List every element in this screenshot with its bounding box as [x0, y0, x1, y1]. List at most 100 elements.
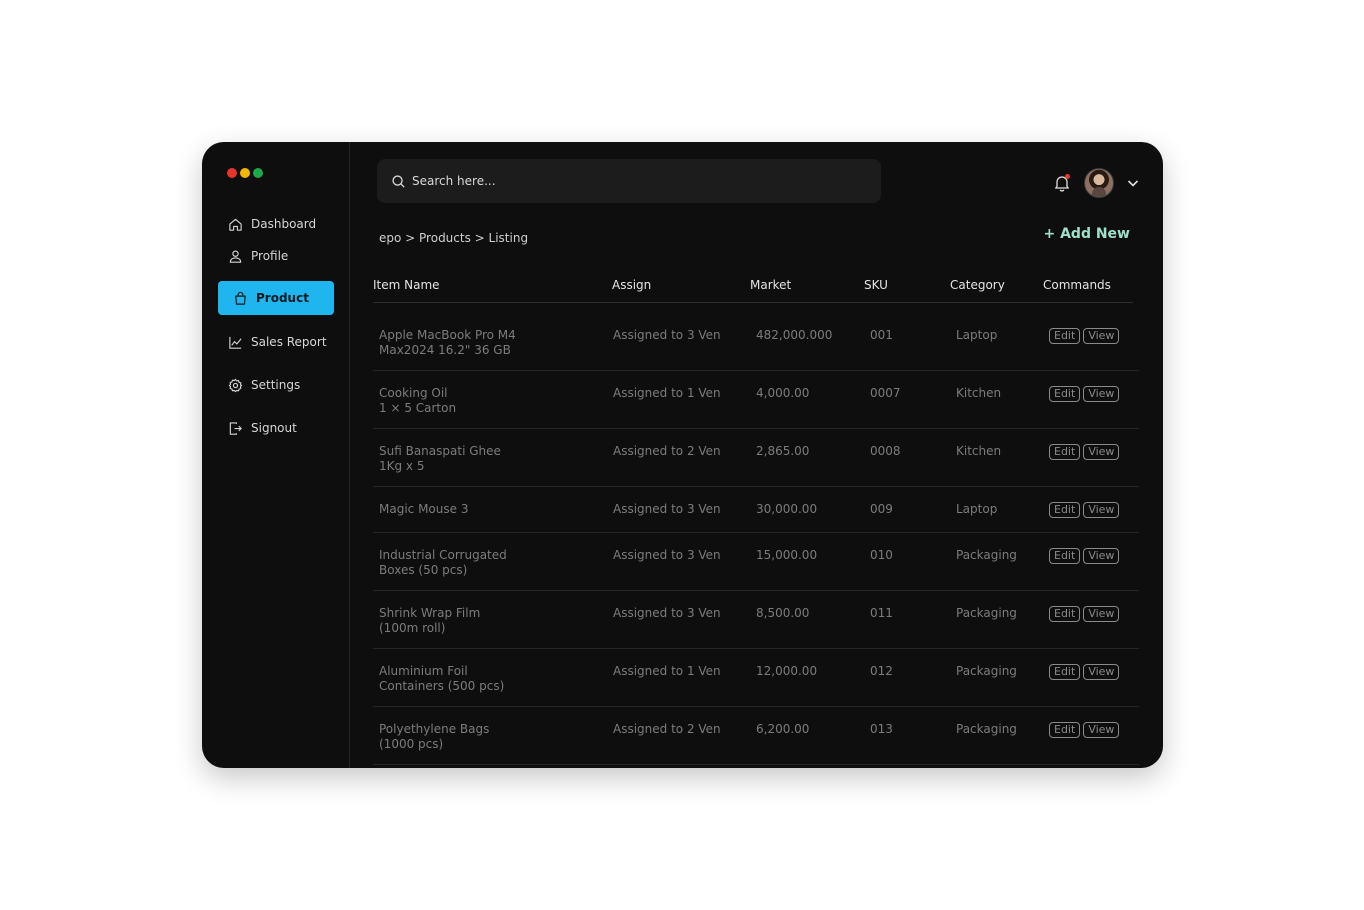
item-name: Industrial Corrugated Boxes (50 pcs): [379, 548, 507, 578]
table-row[interactable]: Cooking Oil 1 × 5 Carton Assigned to 1 Ve…: [373, 370, 1139, 429]
commands-cell: Edit View: [1049, 664, 1122, 680]
minimize-window-dot[interactable]: [240, 168, 250, 178]
table-row[interactable]: Sufi Banaspati Ghee 1Kg x 5 Assigned to 2…: [373, 428, 1139, 487]
commands-cell: Edit View: [1049, 502, 1122, 518]
search-placeholder: Search here...: [412, 174, 496, 188]
item-name: Apple MacBook Pro M4 Max2024 16.2" 36 GB: [379, 328, 516, 358]
market-cell: 4,000.00: [756, 386, 810, 400]
view-button[interactable]: View: [1083, 444, 1120, 460]
item-name-line1: Aluminium Foil: [379, 664, 468, 678]
market-cell: 30,000.00: [756, 502, 818, 516]
notifications-button[interactable]: [1052, 173, 1072, 193]
item-name-line1: Magic Mouse 3: [379, 502, 469, 516]
sku-cell: 010: [870, 548, 893, 562]
market-cell: 15,000.00: [756, 548, 818, 562]
bag-icon: [235, 291, 246, 305]
column-header-commands: Commands: [1043, 278, 1111, 292]
commands-cell: Edit View: [1049, 548, 1122, 564]
view-button[interactable]: View: [1083, 606, 1120, 622]
home-icon: [229, 218, 242, 231]
sidebar-item-dashboard[interactable]: Dashboard: [218, 207, 334, 241]
table-row[interactable]: Aluminium Foil Containers (500 pcs) Assig…: [373, 648, 1139, 707]
view-button[interactable]: View: [1083, 722, 1120, 738]
edit-button[interactable]: Edit: [1049, 502, 1081, 518]
item-name-line1: Shrink Wrap Film: [379, 606, 481, 620]
item-name-line2: Max2024 16.2" 36 GB: [379, 343, 511, 357]
edit-button[interactable]: Edit: [1049, 386, 1081, 402]
edit-button[interactable]: Edit: [1049, 722, 1081, 738]
item-name-line1: Industrial Corrugated: [379, 548, 507, 562]
column-header-assign[interactable]: Assign: [612, 278, 651, 292]
view-button[interactable]: View: [1083, 386, 1120, 402]
edit-button[interactable]: Edit: [1049, 444, 1081, 460]
add-new-button[interactable]: + Add New: [1043, 226, 1130, 242]
avatar[interactable]: [1084, 168, 1114, 198]
edit-button[interactable]: Edit: [1049, 328, 1081, 344]
sku-cell: 001: [870, 328, 893, 342]
item-name: Cooking Oil 1 × 5 Carton: [379, 386, 456, 416]
view-button[interactable]: View: [1083, 548, 1120, 564]
sidebar-item-settings[interactable]: Settings: [218, 368, 334, 402]
sku-cell: 012: [870, 664, 893, 678]
maximize-window-dot[interactable]: [253, 168, 263, 178]
category-cell: Packaging: [956, 548, 1017, 562]
table-row[interactable]: Polyethylene Bags (1000 pcs) Assigned to …: [373, 706, 1139, 765]
item-name-line2: 1 × 5 Carton: [379, 401, 457, 415]
item-name-line1: Sufi Banaspati Ghee: [379, 444, 501, 458]
assign-cell: Assigned to 2 Ven: [613, 444, 721, 458]
view-button[interactable]: View: [1083, 502, 1120, 518]
close-window-dot[interactable]: [227, 168, 237, 178]
assign-cell: Assigned to 1 Ven: [613, 386, 721, 400]
sidebar-item-label: Settings: [251, 378, 301, 392]
view-button[interactable]: View: [1083, 664, 1120, 680]
assign-cell: Assigned to 3 Ven: [613, 502, 721, 516]
sidebar-item-product[interactable]: Product: [218, 281, 334, 315]
edit-button[interactable]: Edit: [1049, 548, 1081, 564]
chevron-down-icon[interactable]: [1126, 176, 1140, 190]
sidebar-item-profile[interactable]: Profile: [218, 239, 334, 273]
view-button[interactable]: View: [1083, 328, 1120, 344]
sku-cell: 0007: [870, 386, 901, 400]
sidebar-item-label: Signout: [251, 421, 297, 435]
sidebar-item-signout[interactable]: Signout: [218, 411, 334, 445]
item-name: Polyethylene Bags (1000 pcs): [379, 722, 489, 752]
search-input[interactable]: Search here...: [377, 159, 881, 203]
assign-cell: Assigned to 3 Ven: [613, 606, 721, 620]
sidebar-item-label: Sales Report: [251, 335, 327, 349]
item-name-line2: Boxes (50 pcs): [379, 563, 468, 577]
user-controls: [1052, 168, 1140, 198]
main-content: Search here... epo > Products > Listing …: [350, 142, 1163, 768]
sidebar-item-label: Product: [256, 291, 309, 305]
sku-cell: 013: [870, 722, 893, 736]
commands-cell: Edit View: [1049, 386, 1122, 402]
edit-button[interactable]: Edit: [1049, 664, 1081, 680]
edit-button[interactable]: Edit: [1049, 606, 1081, 622]
item-name: Sufi Banaspati Ghee 1Kg x 5: [379, 444, 501, 474]
market-cell: 6,200.00: [756, 722, 810, 736]
commands-cell: Edit View: [1049, 328, 1122, 344]
column-header-market[interactable]: Market: [750, 278, 791, 292]
category-cell: Packaging: [956, 722, 1017, 736]
notification-badge: [1065, 174, 1070, 179]
sidebar-item-label: Dashboard: [251, 217, 317, 231]
table-header: Item Name Assign Market SKU Category Com…: [373, 269, 1133, 303]
signout-icon: [229, 421, 242, 435]
table-row[interactable]: Apple MacBook Pro M4 Max2024 16.2" 36 GB …: [373, 312, 1139, 371]
item-name-line1: Polyethylene Bags: [379, 722, 490, 736]
market-cell: 12,000.00: [756, 664, 818, 678]
category-cell: Packaging: [956, 606, 1017, 620]
market-cell: 482,000.000: [756, 328, 833, 342]
sku-cell: 009: [870, 502, 893, 516]
column-header-category[interactable]: Category: [950, 278, 1005, 292]
column-header-item-name[interactable]: Item Name: [373, 278, 440, 292]
gear-icon: [228, 378, 243, 392]
market-cell: 8,500.00: [756, 606, 810, 620]
table-row[interactable]: Shrink Wrap Film (100m roll) Assigned to …: [373, 590, 1139, 649]
assign-cell: Assigned to 3 Ven: [613, 328, 721, 342]
table-row[interactable]: Industrial Corrugated Boxes (50 pcs) Assi…: [373, 532, 1139, 591]
assign-cell: Assigned to 3 Ven: [613, 548, 721, 562]
column-header-sku[interactable]: SKU: [864, 278, 888, 292]
item-name-line2: 1Kg x 5: [379, 459, 425, 473]
sidebar-item-sales-report[interactable]: Sales Report: [218, 325, 334, 359]
table-row[interactable]: Magic Mouse 3 Assigned to 3 Ven 30,000.0…: [373, 486, 1139, 533]
